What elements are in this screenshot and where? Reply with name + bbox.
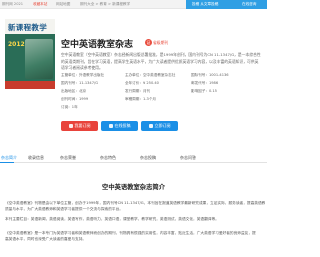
intro-paragraph-2: 本刊主要栏目：英语新闻，英语阅读，英语写作，英语听力，英语口语，课堂教学，教学研… (5, 217, 219, 221)
tab-features[interactable]: 杂志特色 (100, 155, 116, 161)
level-badge-label: 省级期刊 (153, 40, 169, 45)
subscribe-button-label: 我要订阅 (74, 123, 91, 128)
tab-intro[interactable]: 杂志简介 (1, 155, 17, 161)
tab-faq[interactable]: 杂志问答 (180, 155, 196, 161)
info-issn: 国际刊号：1001-4136 (191, 73, 229, 77)
section-heading: 空中英语教室杂志简介 (102, 184, 165, 191)
info-impact-factor: 影响因子：0.15 (191, 89, 217, 93)
cover-photo (25, 39, 53, 79)
magazine-description: 空中英语教室（空中英语教室）杂志经新闻出版总署批准，是1999年创刊，国内刊号为… (61, 52, 261, 70)
submit-button-label: 在线投稿 (114, 123, 131, 128)
info-sponsor: 主办单位：空中英语教室杂志社 (125, 73, 176, 77)
submit-article-link[interactable]: 投稿 从文章投稿 (192, 1, 218, 7)
edit-icon (108, 123, 113, 128)
level-badge: 证 省级期刊 (145, 39, 169, 46)
consult-button[interactable]: 立即订阅 (141, 121, 178, 131)
breadcrumb[interactable]: 期刊大全 > 教育 > 新课程教学 (80, 1, 130, 7)
active-tab-indicator (0, 162, 14, 163)
certificate-icon: 证 (145, 39, 152, 46)
tab-honors[interactable]: 杂志荣誉 (60, 155, 76, 161)
cover-title: 新课程教学 (8, 23, 47, 32)
tab-indexing[interactable]: 收录信息 (28, 155, 44, 161)
tab-submission[interactable]: 杂志投稿 (140, 155, 156, 161)
magazine-cover: 新课程教学 2012.7 (5, 19, 55, 89)
submit-button[interactable]: 在线投稿 (101, 121, 138, 131)
sitemap-link[interactable]: 网站地图 (56, 1, 70, 7)
info-frequency: 发行周期：月刊 (125, 89, 151, 93)
top-bar-actions: 投稿 从文章投稿 在线咨询 (186, 0, 267, 9)
info-review-cycle: 审稿周期：1-3个月 (125, 97, 157, 101)
info-supervisor: 主管单位：外语教学出版社 (61, 73, 105, 77)
info-region: 出版地区：北京 (61, 89, 87, 93)
chat-icon (148, 123, 153, 128)
site-name[interactable]: 期刊网 2021 (2, 1, 23, 7)
info-subscription: 订阅：1年 (61, 105, 78, 109)
online-consult-link[interactable]: 在线咨询 (242, 1, 256, 7)
info-founded: 创刊时间：1999 (61, 97, 89, 101)
consult-button-label: 立即订阅 (154, 123, 171, 128)
page-title: 空中英语教室杂志 (61, 40, 134, 50)
cart-icon (68, 123, 73, 128)
info-postal-code: 邮发代号：1986 (191, 81, 219, 85)
subscribe-button[interactable]: 我要订阅 (61, 121, 98, 131)
info-cn: 国内刊号：11-1347/G (61, 81, 98, 85)
bookmark-link[interactable]: 收藏本站 (33, 1, 47, 7)
intro-paragraph-3b: 高英语水平，同时也深受广大读者的喜爱与支持。 (5, 237, 87, 241)
cover-stripe (5, 81, 55, 89)
info-price: 全年订价：¥ 250.40 (125, 81, 159, 85)
top-bar: 期刊网 2021 收藏本站 网站地图 期刊大全 > 教育 > 新课程教学 投稿 … (0, 0, 267, 9)
tab-bar: 杂志简介 收录信息 杂志荣誉 杂志特色 杂志投稿 杂志问答 (0, 153, 267, 163)
intro-paragraph-1b: 质量与水平，为广大英语教师和英语学习者提供一个交流与探索的平台。 (5, 207, 123, 211)
